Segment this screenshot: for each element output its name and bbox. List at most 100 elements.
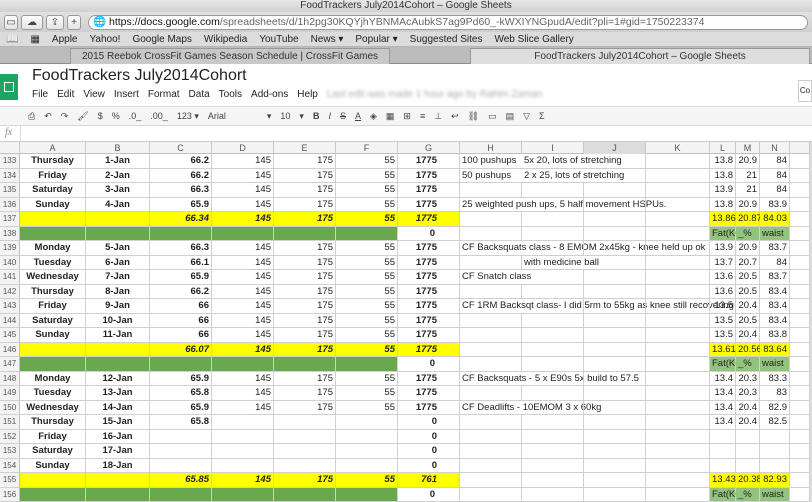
cell-g[interactable]: 1775 bbox=[398, 197, 460, 212]
cell-f[interactable]: 55 bbox=[336, 473, 398, 488]
align-left-icon[interactable]: ≡ bbox=[420, 111, 425, 121]
cell-k[interactable] bbox=[646, 284, 710, 299]
cell-d[interactable]: 145 bbox=[212, 313, 274, 328]
cell-a[interactable] bbox=[20, 342, 86, 357]
cell-e[interactable]: 175 bbox=[274, 197, 336, 212]
cell-i[interactable] bbox=[522, 284, 584, 299]
cell-k[interactable] bbox=[646, 357, 710, 372]
cell-g[interactable]: 0 bbox=[398, 415, 460, 430]
column-header-k[interactable]: K bbox=[646, 142, 710, 154]
cell-b[interactable]: 1-Jan bbox=[86, 154, 150, 169]
cell-j[interactable] bbox=[584, 342, 646, 357]
cell-d[interactable]: 145 bbox=[212, 183, 274, 198]
cell-b[interactable]: 18-Jan bbox=[86, 458, 150, 473]
cell-m[interactable] bbox=[736, 458, 760, 473]
cell-j[interactable] bbox=[584, 473, 646, 488]
cell-b[interactable]: 4-Jan bbox=[86, 197, 150, 212]
cell-j[interactable] bbox=[584, 328, 646, 343]
cell-j[interactable] bbox=[584, 284, 646, 299]
row-number[interactable]: 148 bbox=[0, 371, 20, 386]
cell-k[interactable] bbox=[646, 444, 710, 459]
cell-c[interactable] bbox=[150, 458, 212, 473]
cell-c[interactable]: 66.07 bbox=[150, 342, 212, 357]
menu-edit[interactable]: Edit bbox=[57, 89, 74, 100]
cell-a[interactable]: Tuesday bbox=[20, 255, 86, 270]
cell-h[interactable] bbox=[460, 226, 522, 241]
cell-l[interactable]: 13.5 bbox=[710, 328, 736, 343]
cell-f[interactable]: 55 bbox=[336, 270, 398, 285]
cell-i[interactable] bbox=[522, 197, 584, 212]
cell-m[interactable]: 20.9 bbox=[736, 197, 760, 212]
cell-j[interactable] bbox=[584, 357, 646, 372]
cell-l[interactable] bbox=[710, 444, 736, 459]
cell-k[interactable] bbox=[646, 386, 710, 401]
cell-c[interactable] bbox=[150, 429, 212, 444]
cell-blank[interactable] bbox=[790, 197, 810, 212]
cell-k[interactable] bbox=[646, 415, 710, 430]
cell-f[interactable]: 55 bbox=[336, 255, 398, 270]
font-size-dropdown[interactable]: 10 bbox=[280, 111, 290, 121]
cell-g[interactable]: 1775 bbox=[398, 154, 460, 169]
cell-b[interactable] bbox=[86, 473, 150, 488]
cell-d[interactable]: 145 bbox=[212, 154, 274, 169]
cell-g[interactable]: 0 bbox=[398, 429, 460, 444]
cell-c[interactable]: 65.9 bbox=[150, 400, 212, 415]
cell-c[interactable]: 66.3 bbox=[150, 241, 212, 256]
cell-d[interactable]: 145 bbox=[212, 197, 274, 212]
cell-m[interactable]: _% bbox=[736, 357, 760, 372]
cell-i[interactable] bbox=[522, 458, 584, 473]
row-number[interactable]: 149 bbox=[0, 386, 20, 401]
cell-k[interactable] bbox=[646, 371, 710, 386]
text-color-button[interactable]: A bbox=[355, 111, 361, 121]
cell-l[interactable]: 13.43 bbox=[710, 473, 736, 488]
doc-title[interactable]: FoodTrackers July2014Cohort bbox=[32, 67, 247, 85]
cell-b[interactable] bbox=[86, 212, 150, 227]
cell-g[interactable]: 0 bbox=[398, 444, 460, 459]
cell-m[interactable]: 20.7 bbox=[736, 255, 760, 270]
cell-k[interactable] bbox=[646, 342, 710, 357]
cell-c[interactable]: 65.9 bbox=[150, 371, 212, 386]
cell-f[interactable]: 55 bbox=[336, 212, 398, 227]
column-header-b[interactable]: B bbox=[86, 142, 150, 154]
cell-i[interactable] bbox=[522, 183, 584, 198]
cell-l[interactable] bbox=[710, 458, 736, 473]
cell-g[interactable]: 1775 bbox=[398, 400, 460, 415]
cell-m[interactable]: 20.4 bbox=[736, 415, 760, 430]
number-format-dropdown[interactable]: 123 ▾ bbox=[177, 111, 199, 122]
cell-d[interactable] bbox=[212, 357, 274, 372]
cell-a[interactable]: Monday bbox=[20, 371, 86, 386]
column-header-f[interactable]: F bbox=[336, 142, 398, 154]
cell-g[interactable]: 1775 bbox=[398, 342, 460, 357]
cell-d[interactable] bbox=[212, 458, 274, 473]
cell-i[interactable]: 5x 20, lots of stretching bbox=[522, 154, 622, 169]
cell-e[interactable]: 175 bbox=[274, 212, 336, 227]
cell-n[interactable]: 83.64 bbox=[760, 342, 790, 357]
cell-n[interactable]: 83 bbox=[760, 386, 790, 401]
cell-l[interactable]: 13.5 bbox=[710, 299, 736, 314]
cell-blank[interactable] bbox=[790, 226, 810, 241]
cell-f[interactable]: 55 bbox=[336, 284, 398, 299]
top-sites-icon[interactable]: ▦ bbox=[30, 34, 39, 45]
bookmark-popular[interactable]: Popular ▾ bbox=[355, 34, 397, 45]
cell-j[interactable] bbox=[584, 415, 646, 430]
cell-blank[interactable] bbox=[790, 328, 810, 343]
valign-icon[interactable]: ⊥ bbox=[434, 111, 442, 122]
cell-i[interactable] bbox=[522, 313, 584, 328]
cell-m[interactable]: 20.5 bbox=[736, 284, 760, 299]
cell-j[interactable] bbox=[584, 168, 646, 183]
cell-b[interactable]: 17-Jan bbox=[86, 444, 150, 459]
cell-c[interactable]: 66.2 bbox=[150, 168, 212, 183]
cell-c[interactable]: 66 bbox=[150, 313, 212, 328]
cell-i[interactable] bbox=[522, 299, 584, 314]
cell-l[interactable]: 13.4 bbox=[710, 400, 736, 415]
cell-d[interactable]: 145 bbox=[212, 284, 274, 299]
cell-k[interactable] bbox=[646, 241, 710, 256]
cell-a[interactable]: Friday bbox=[20, 168, 86, 183]
column-header-d[interactable]: D bbox=[212, 142, 274, 154]
cell-blank[interactable] bbox=[790, 241, 810, 256]
cell-l[interactable]: 13.4 bbox=[710, 371, 736, 386]
wrap-text-icon[interactable]: ↩ bbox=[451, 111, 459, 122]
cell-j[interactable] bbox=[584, 487, 646, 502]
cell-e[interactable] bbox=[274, 357, 336, 372]
cell-e[interactable] bbox=[274, 444, 336, 459]
